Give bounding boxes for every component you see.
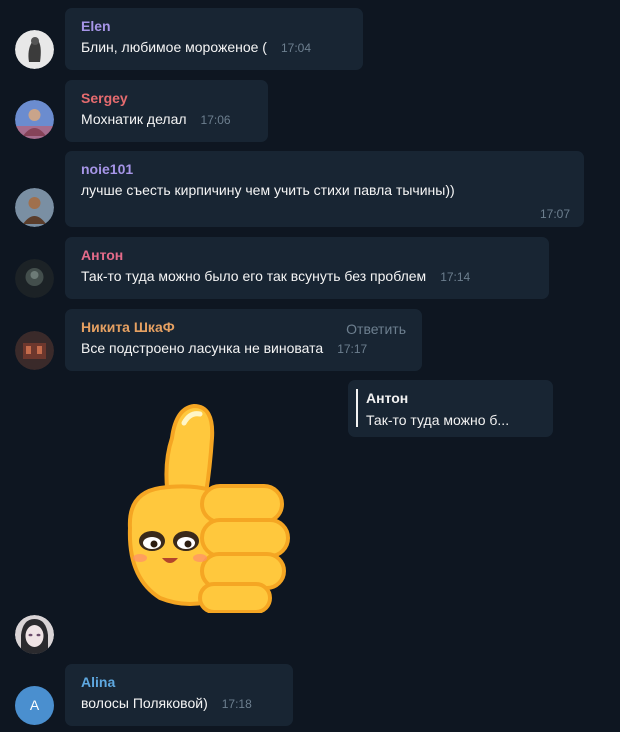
- reply-preview[interactable]: Антон Так-то туда можно б...: [348, 380, 553, 437]
- message-author[interactable]: noie101: [81, 161, 568, 178]
- avatar-nikita[interactable]: [15, 331, 54, 370]
- avatar-alina-photo[interactable]: [15, 615, 54, 654]
- message-text: лучше съесть кирпичину чем учить стихи п…: [81, 182, 455, 198]
- message-text: Так-то туда можно было его так всунуть б…: [81, 268, 533, 286]
- reply-preview-text: Так-то туда можно б...: [366, 412, 510, 428]
- message-text-content: Блин, любимое мороженое (: [81, 39, 267, 55]
- reply-preview-author: Антон: [366, 390, 409, 406]
- avatar-sergey[interactable]: [15, 100, 54, 139]
- message-bubble[interactable]: Никита ШкаФ Ответить Все подстроено ласу…: [65, 309, 422, 371]
- message-author[interactable]: Alina: [81, 674, 277, 691]
- avatar-alina-letter[interactable]: A: [15, 686, 54, 725]
- message-bubble[interactable]: Антон Так-то туда можно было его так всу…: [65, 237, 549, 299]
- message-text-content: Все подстроено ласунка не виновата: [81, 340, 324, 356]
- message-author[interactable]: Sergey: [81, 90, 252, 107]
- avatar-noie101[interactable]: [15, 188, 54, 227]
- message-text: Все подстроено ласунка не виновата 17:17: [81, 340, 406, 358]
- message-time: 17:17: [337, 342, 368, 356]
- message-time: 17:18: [221, 697, 252, 711]
- message-time: 17:14: [440, 270, 471, 284]
- message-bubble[interactable]: Elen Блин, любимое мороженое ( 17:04: [65, 8, 363, 70]
- reply-button[interactable]: Ответить: [346, 321, 406, 337]
- message-text: волосы Поляковой) 17:18: [81, 695, 277, 713]
- message-text-content: Мохнатик делал: [81, 111, 187, 127]
- message-author[interactable]: Антон: [81, 247, 533, 264]
- message-author[interactable]: Elen: [81, 18, 347, 35]
- message-time: 17:04: [280, 41, 311, 55]
- message-text-content: волосы Поляковой): [81, 695, 208, 711]
- avatar-anton[interactable]: [15, 259, 54, 298]
- message-text: Мохнатик делал 17:06: [81, 111, 252, 129]
- message-text-content: Так-то туда можно было его так всунуть б…: [81, 268, 427, 284]
- message-bubble[interactable]: noie101 лучше съесть кирпичину чем учить…: [65, 151, 584, 227]
- avatar-elen[interactable]: [15, 30, 54, 69]
- message-text: Блин, любимое мороженое ( 17:04: [81, 39, 347, 57]
- message-bubble[interactable]: Alina волосы Поляковой) 17:18: [65, 664, 293, 726]
- message-time: 17:06: [200, 113, 231, 127]
- message-time: 17:07: [539, 207, 570, 221]
- message-bubble[interactable]: Sergey Мохнатик делал 17:06: [65, 80, 268, 142]
- thumbs-up-sticker-icon[interactable]: [110, 398, 300, 614]
